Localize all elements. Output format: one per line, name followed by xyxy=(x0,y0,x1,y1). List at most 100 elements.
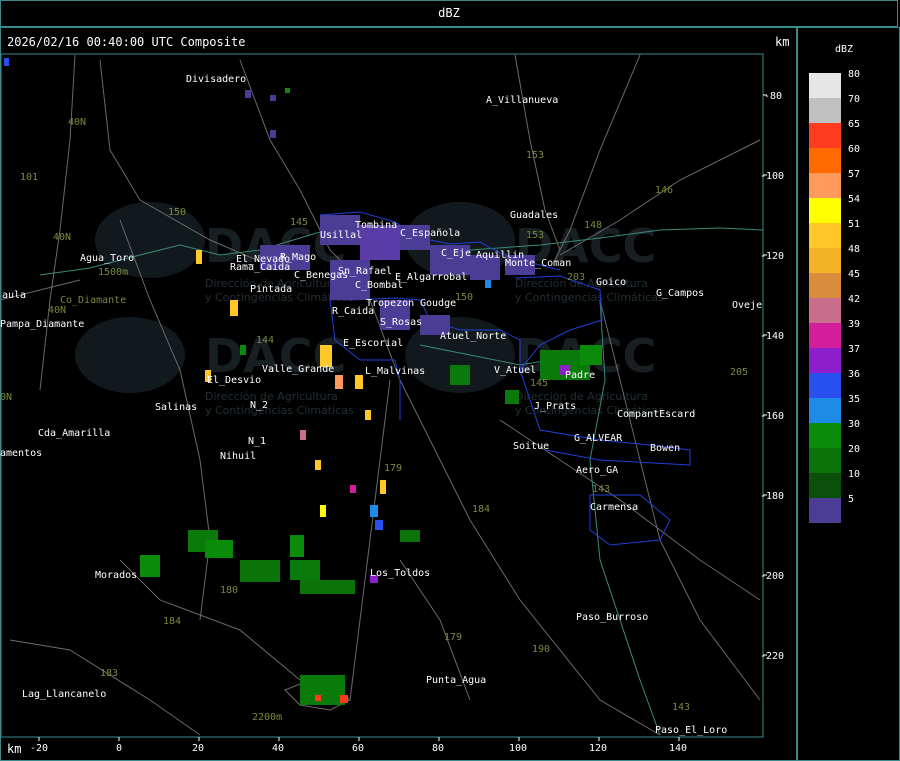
route-number: 148 xyxy=(584,220,602,231)
x-tick-label: 100 xyxy=(509,743,527,754)
x-tick-label: 80 xyxy=(432,743,444,754)
place-label: Tombina xyxy=(355,220,397,231)
route-number: 40N xyxy=(48,305,66,316)
y-tick-label: -200 xyxy=(760,571,784,582)
route-number: 146 xyxy=(655,185,673,196)
route-number: 190 xyxy=(532,644,550,655)
place-label: Paso_Burroso xyxy=(576,612,648,623)
y-axis-labels: -80 -100 -120 -140 -160 -180 -200 -220 xyxy=(760,91,784,662)
unit-label-bottom: km xyxy=(7,742,22,756)
route-number: 101 xyxy=(20,172,38,183)
x-tick-label: 40 xyxy=(272,743,284,754)
place-label: N_1 xyxy=(248,436,266,447)
place-label: Divisadero xyxy=(186,74,246,85)
route-number: 184 xyxy=(163,616,181,627)
watermark-line2: y Contingencias Climáticas xyxy=(205,404,354,417)
place-label: Cda_Amarilla xyxy=(38,428,110,439)
y-tick-label: -160 xyxy=(760,411,784,422)
echo-cell xyxy=(300,430,306,440)
route-number: 184 xyxy=(472,504,490,515)
echo-cell xyxy=(315,460,321,470)
place-label: El_Desvio xyxy=(207,375,261,386)
echo-cell xyxy=(300,675,345,705)
place-label: C_Benegas xyxy=(294,270,348,281)
y-tick-label: -220 xyxy=(760,651,784,662)
y-tick-label: -100 xyxy=(760,171,784,182)
place-label: Soitue xyxy=(513,441,549,452)
route-number: 143 xyxy=(672,702,690,713)
place-label: Punta_Agua xyxy=(426,675,486,686)
place-label: CompantEscard xyxy=(617,409,695,420)
route-number: 40N xyxy=(53,232,71,243)
x-tick-label: 140 xyxy=(669,743,687,754)
echo-cell xyxy=(285,88,290,93)
place-label: R_Mago xyxy=(280,252,316,263)
echo-cell xyxy=(350,485,356,493)
route-number: 143 xyxy=(592,484,610,495)
x-tick-label: 60 xyxy=(352,743,364,754)
echo-cell xyxy=(315,695,321,701)
echo-cell xyxy=(230,300,238,316)
echo-cell xyxy=(375,520,383,530)
place-label: Oveje xyxy=(732,300,762,311)
place-label: V_Atuel xyxy=(494,365,536,376)
echo-cell xyxy=(240,560,280,582)
x-tick-label: -20 xyxy=(30,743,48,754)
route-number: 179 xyxy=(384,463,402,474)
place-label: C_Española xyxy=(400,228,460,239)
route-number: 180 xyxy=(220,585,238,596)
place-label: R_Caida xyxy=(332,306,374,317)
echo-cell xyxy=(140,555,160,577)
place-label: Pintada xyxy=(250,284,292,295)
legend-title: dBZ xyxy=(835,44,854,55)
echo-cell xyxy=(355,375,363,389)
place-label: C_Eje xyxy=(441,248,471,259)
place-label: aula xyxy=(2,290,26,301)
route-number: 183 xyxy=(100,668,118,679)
place-label: A_Villanueva xyxy=(486,95,558,106)
place-label: S_Rosas xyxy=(380,317,422,328)
echo-cell xyxy=(270,95,276,101)
echo-cell xyxy=(4,58,9,66)
route-number: 153 xyxy=(526,150,544,161)
echo-cell xyxy=(290,535,304,557)
y-tick-label: -140 xyxy=(760,331,784,342)
place-label: L_Malvinas xyxy=(365,366,425,377)
place-label: J_Prats xyxy=(534,401,576,412)
place-label: N_2 xyxy=(250,400,268,411)
echo-cell xyxy=(335,375,343,389)
x-tick-label: 20 xyxy=(192,743,204,754)
watermark-line2: y Contingencias Climáticas xyxy=(515,291,664,304)
route-number: 144 xyxy=(256,335,274,346)
watermark-logo-icon xyxy=(75,317,185,393)
place-label: Monte_Coman xyxy=(505,258,571,269)
echo-cell xyxy=(380,480,386,494)
place-label: Atuel_Norte xyxy=(440,331,506,342)
echo-cell xyxy=(196,250,202,264)
echo-cell xyxy=(300,580,355,594)
route-number: 145 xyxy=(530,378,548,389)
place-label: Pampa_Diamante xyxy=(0,319,84,330)
radar-map[interactable]: DACC Dirección de Agricultura y Continge… xyxy=(0,0,900,761)
route-number: 203 xyxy=(567,272,585,283)
place-label: Agua_Toro xyxy=(80,253,134,264)
place-label: amentos xyxy=(0,448,42,459)
place-label: Paso_El_Loro xyxy=(655,725,727,736)
place-label: Nihuil xyxy=(220,451,256,462)
route-number: 150 xyxy=(168,207,186,218)
route-number: 145 xyxy=(290,217,308,228)
route-number: 179 xyxy=(444,632,462,643)
watermark-line1: Dirección de Agricultura xyxy=(205,390,338,403)
echo-cell xyxy=(580,345,602,365)
place-label: Bowen xyxy=(650,443,680,454)
place-label: Goudge xyxy=(420,298,456,309)
place-label: E_Algarrobal xyxy=(395,272,467,283)
place-label: G_Campos xyxy=(656,288,704,299)
place-label: G_ALVEAR xyxy=(574,433,623,444)
route-number: 153 xyxy=(526,230,544,241)
x-tick-label: 120 xyxy=(589,743,607,754)
x-tick-label: 0 xyxy=(116,743,122,754)
echo-cell xyxy=(290,560,320,580)
echo-cell xyxy=(340,695,348,703)
echo-cell xyxy=(205,540,233,558)
